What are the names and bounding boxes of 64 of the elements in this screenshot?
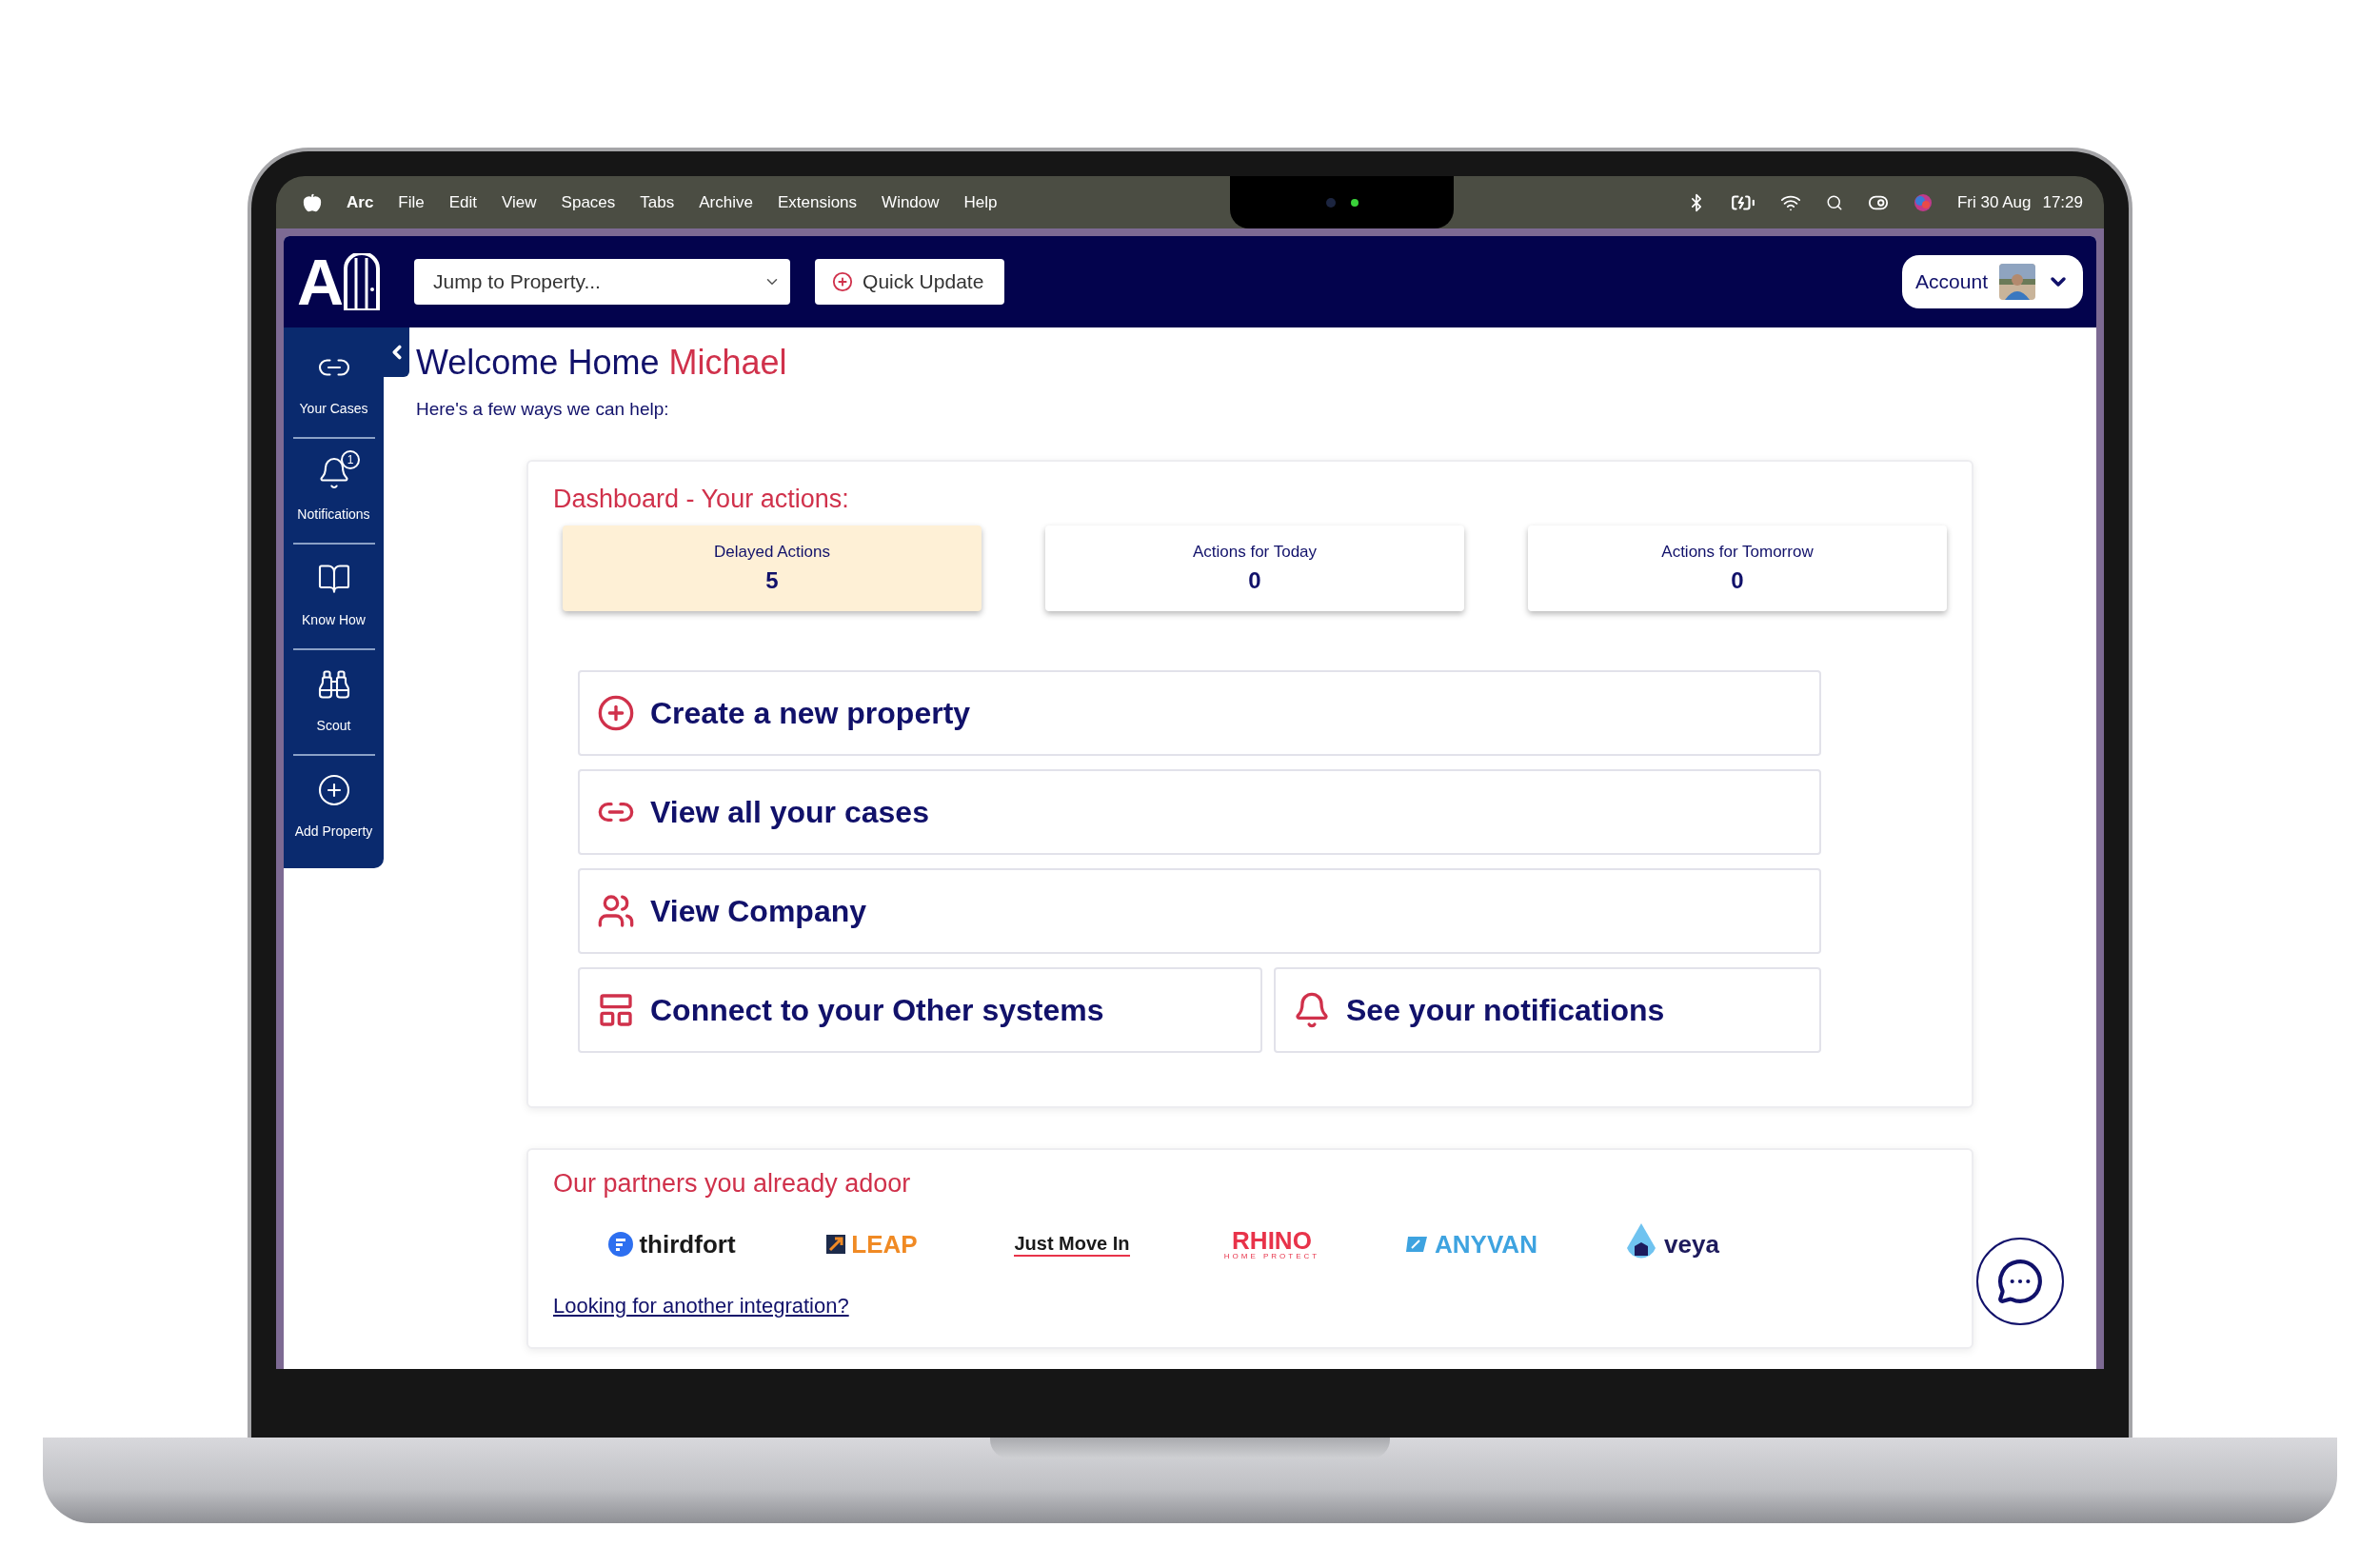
count-badge: 1 [341, 449, 360, 469]
card-title: Our partners you already adoor [553, 1169, 912, 1199]
stat-label: Actions for Tomorrow [1661, 543, 1814, 562]
action-button[interactable]: See your notifications [1274, 967, 1821, 1053]
action-button[interactable]: Create a new property [578, 670, 1821, 756]
stat-card[interactable]: Actions for Tomorrow 0 [1528, 526, 1947, 611]
menu-item[interactable]: Extensions [777, 192, 858, 212]
menu-item[interactable]: Arc [347, 192, 374, 212]
sidebar-item[interactable]: Scout [284, 649, 384, 754]
van-logo-icon [1406, 1235, 1430, 1254]
collapse-button[interactable] [384, 327, 409, 377]
stat-value: 0 [1248, 567, 1261, 594]
stat-card[interactable]: Actions for Today 0 [1045, 526, 1464, 611]
plus-icon [832, 271, 854, 292]
layout-icon [597, 991, 635, 1029]
welcome-subtitle: Here's a few ways we can help: [416, 399, 670, 420]
quick-update-button[interactable]: Quick Update [815, 259, 1005, 305]
stat-label: Delayed Actions [714, 543, 830, 562]
stat-value: 0 [1731, 567, 1744, 594]
door-icon [344, 253, 381, 310]
stat-value: 5 [765, 567, 779, 594]
card-title: Dashboard - Your actions: [553, 485, 850, 514]
logo-text: A [297, 249, 345, 314]
apple-icon[interactable] [303, 192, 322, 212]
plus-icon [316, 772, 351, 807]
partner-logo-text: ANYVAN [1435, 1229, 1537, 1259]
chat-icon [1996, 1258, 2044, 1305]
partner-logo-text: Just Move In [1014, 1232, 1130, 1257]
partner-logo-text: RHINO [1232, 1228, 1312, 1253]
menu-date[interactable]: Fri 30 Aug [1956, 192, 2032, 212]
bell-icon [1293, 991, 1331, 1029]
indicator-light-icon [1350, 198, 1359, 207]
square-logo-icon [826, 1235, 846, 1254]
camera-icon [1325, 197, 1336, 208]
account-button[interactable]: Account [1902, 255, 2083, 308]
sidebar-item[interactable]: Know How [284, 544, 384, 648]
stat-label: Actions for Today [1192, 543, 1318, 562]
menu-item[interactable]: Tabs [640, 192, 675, 212]
partner-logo-text: LEAP [851, 1229, 918, 1259]
menu-item[interactable]: Window [882, 192, 940, 212]
sidebar-item[interactable]: Add Property [284, 755, 384, 860]
action-button[interactable]: View all your cases [578, 769, 1821, 855]
sidebar-item[interactable]: 1 Notifications [284, 438, 384, 543]
partner-logo-text: veya [1664, 1229, 1719, 1259]
menu-item[interactable]: View [502, 192, 537, 212]
partner-logo-tagline: HOME PROTECT [1223, 1253, 1320, 1260]
property-select[interactable]: Jump to Property... [414, 259, 791, 305]
menu-item[interactable]: Archive [699, 192, 753, 212]
menu-item[interactable]: File [398, 192, 425, 212]
stat-card[interactable]: Delayed Actions 5 [563, 526, 982, 611]
partner-logo-text: thirdfort [639, 1229, 736, 1259]
plus-icon [597, 694, 635, 732]
sidebar-item[interactable]: Your Cases [284, 333, 384, 437]
menu-item[interactable]: Edit [448, 192, 478, 212]
search-icon[interactable] [1825, 193, 1843, 211]
dot-logo-icon [608, 1232, 634, 1257]
action-button[interactable]: View Company [578, 868, 1821, 954]
integration-link[interactable]: Looking for another integration? [553, 1294, 849, 1319]
action-button[interactable]: Connect to your Other systems [578, 967, 1262, 1053]
menu-time[interactable]: 17:29 [2042, 192, 2083, 212]
menu-item[interactable]: Spaces [561, 192, 616, 212]
menu-item[interactable]: Help [963, 192, 998, 212]
welcome-title: Welcome Home Michael [416, 342, 788, 384]
people-icon [597, 892, 635, 930]
